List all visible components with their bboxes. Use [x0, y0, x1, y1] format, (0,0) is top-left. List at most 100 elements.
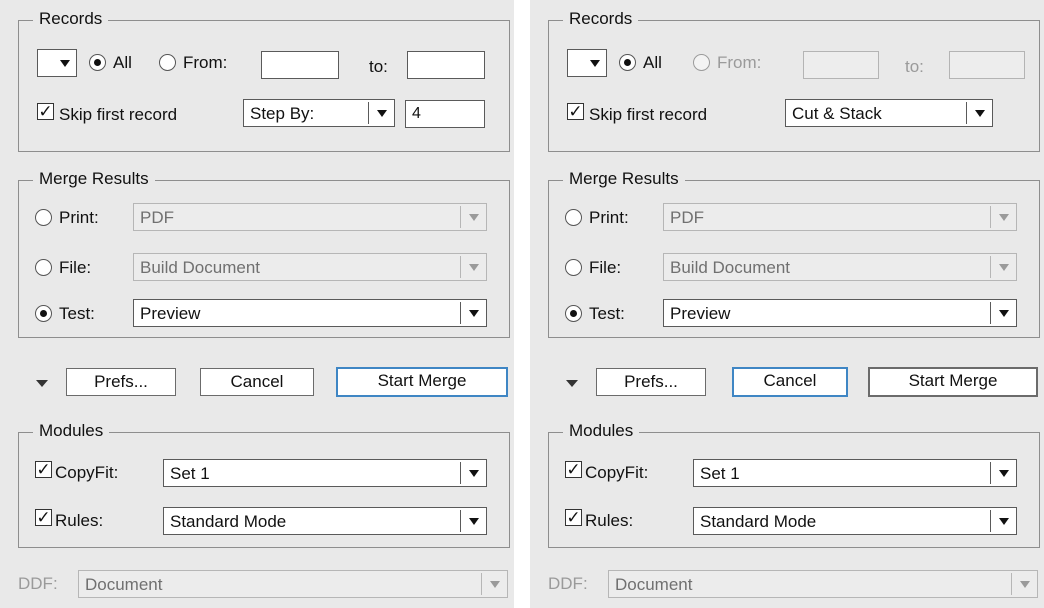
checkmark-icon: ✓ — [36, 460, 51, 479]
checkmark-icon: ✓ — [568, 102, 583, 121]
print-select[interactable]: PDF — [133, 203, 487, 231]
start-merge-button[interactable]: Start Merge — [868, 367, 1038, 397]
disclosure-triangle-down-icon[interactable] — [566, 380, 578, 387]
from-input[interactable] — [261, 51, 339, 79]
merge-results-legend: Merge Results — [33, 169, 155, 189]
rules-select[interactable]: Standard Mode — [163, 507, 487, 535]
copyfit-select-value: Set 1 — [170, 464, 210, 483]
checkmark-icon: ✓ — [566, 460, 581, 479]
radio-all[interactable] — [619, 54, 636, 71]
prefs-button[interactable]: Prefs... — [66, 368, 176, 396]
file-select-value: Build Document — [140, 258, 261, 277]
checkmark-icon: ✓ — [566, 508, 581, 527]
copyfit-checkbox[interactable]: ✓ — [565, 461, 582, 478]
imposition-mode-value: Step By: — [250, 104, 315, 123]
to-label: to: — [905, 57, 924, 76]
copyfit-select[interactable]: Set 1 — [693, 459, 1017, 487]
chevron-down-icon — [460, 462, 486, 484]
chevron-down-icon — [368, 102, 394, 124]
file-select-value: Build Document — [670, 258, 791, 277]
prefs-button[interactable]: Prefs... — [596, 368, 706, 396]
test-select-value: Preview — [670, 304, 731, 323]
copyfit-checkbox[interactable]: ✓ — [35, 461, 52, 478]
merge-results-group: Merge Results Print: PDF File: Build Doc… — [18, 169, 510, 338]
to-input[interactable] — [949, 51, 1025, 79]
chevron-down-icon — [52, 52, 76, 74]
ddf-select[interactable]: Document — [78, 570, 508, 598]
chevron-down-icon — [460, 510, 486, 532]
records-legend: Records — [563, 9, 639, 29]
radio-test[interactable] — [565, 305, 582, 322]
skip-first-record-checkbox[interactable]: ✓ — [37, 103, 54, 120]
ddf-select-value: Document — [615, 575, 693, 594]
test-select-value: Preview — [140, 304, 201, 323]
cancel-button[interactable]: Cancel — [200, 368, 314, 396]
merge-results-legend: Merge Results — [563, 169, 685, 189]
copyfit-select[interactable]: Set 1 — [163, 459, 487, 487]
merge-dialog-panel-cut-stack: Records All From: to: ✓ Skip first recor… — [530, 0, 1044, 608]
record-range-dropdown[interactable] — [37, 49, 77, 77]
records-legend: Records — [33, 9, 109, 29]
modules-legend: Modules — [33, 421, 110, 441]
records-group: Records All From: to: ✓ Skip first recor… — [548, 9, 1040, 152]
file-label: File: — [589, 258, 622, 277]
radio-selected-dot — [570, 310, 577, 317]
from-input[interactable] — [803, 51, 879, 79]
chevron-down-icon — [481, 573, 507, 595]
rules-label: Rules: — [55, 511, 104, 530]
chevron-down-icon — [990, 510, 1016, 532]
rules-select-value: Standard Mode — [700, 512, 817, 531]
start-merge-button[interactable]: Start Merge — [336, 367, 508, 397]
print-select[interactable]: PDF — [663, 203, 1017, 231]
print-select-value: PDF — [670, 208, 704, 227]
radio-print[interactable] — [565, 209, 582, 226]
ddf-label: DDF: — [548, 574, 588, 593]
imposition-mode-select[interactable]: Cut & Stack — [785, 99, 993, 127]
radio-print[interactable] — [35, 209, 52, 226]
to-label: to: — [369, 57, 388, 76]
radio-test[interactable] — [35, 305, 52, 322]
test-select[interactable]: Preview — [663, 299, 1017, 327]
rules-label: Rules: — [585, 511, 634, 530]
modules-group: Modules ✓ CopyFit: Set 1 ✓ Rules: Standa… — [18, 421, 510, 548]
ddf-select[interactable]: Document — [608, 570, 1038, 598]
step-by-input[interactable] — [405, 100, 485, 128]
imposition-mode-select[interactable]: Step By: — [243, 99, 395, 127]
checkmark-icon: ✓ — [38, 102, 53, 121]
rules-select-value: Standard Mode — [170, 512, 287, 531]
chevron-down-icon — [990, 206, 1016, 228]
skip-first-record-checkbox[interactable]: ✓ — [567, 103, 584, 120]
ddf-label: DDF: — [18, 574, 58, 593]
radio-from[interactable] — [159, 54, 176, 71]
cancel-button[interactable]: Cancel — [732, 367, 848, 397]
copyfit-select-value: Set 1 — [700, 464, 740, 483]
test-select[interactable]: Preview — [133, 299, 487, 327]
disclosure-triangle-down-icon[interactable] — [36, 380, 48, 387]
record-range-dropdown[interactable] — [567, 49, 607, 77]
file-select[interactable]: Build Document — [133, 253, 487, 281]
radio-file[interactable] — [35, 259, 52, 276]
chevron-down-icon — [990, 462, 1016, 484]
print-label: Print: — [589, 208, 629, 227]
chevron-down-icon — [460, 302, 486, 324]
radio-all-label: All — [643, 53, 662, 72]
modules-legend: Modules — [563, 421, 640, 441]
rules-checkbox[interactable]: ✓ — [35, 509, 52, 526]
to-input[interactable] — [407, 51, 485, 79]
modules-group: Modules ✓ CopyFit: Set 1 ✓ Rules: Standa… — [548, 421, 1040, 548]
checkmark-icon: ✓ — [36, 508, 51, 527]
copyfit-label: CopyFit: — [585, 463, 649, 482]
chevron-down-icon — [990, 302, 1016, 324]
chevron-down-icon — [582, 52, 606, 74]
rules-select[interactable]: Standard Mode — [693, 507, 1017, 535]
rules-checkbox[interactable]: ✓ — [565, 509, 582, 526]
merge-results-group: Merge Results Print: PDF File: Build Doc… — [548, 169, 1040, 338]
print-select-value: PDF — [140, 208, 174, 227]
chevron-down-icon — [1011, 573, 1037, 595]
skip-first-record-label: Skip first record — [589, 105, 708, 124]
copyfit-label: CopyFit: — [55, 463, 119, 482]
file-select[interactable]: Build Document — [663, 253, 1017, 281]
radio-from[interactable] — [693, 54, 710, 71]
radio-all[interactable] — [89, 54, 106, 71]
radio-file[interactable] — [565, 259, 582, 276]
